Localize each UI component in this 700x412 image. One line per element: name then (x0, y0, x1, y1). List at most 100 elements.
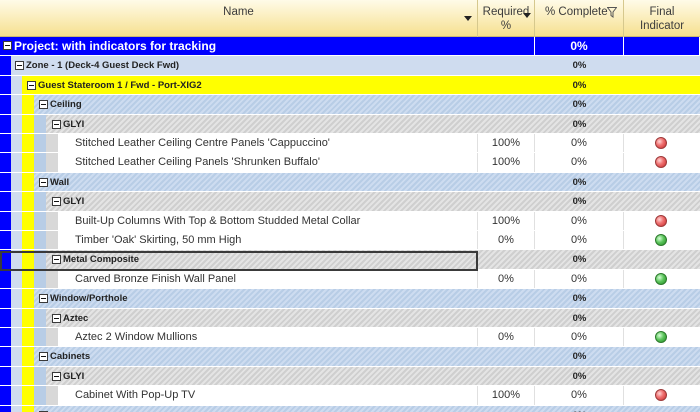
red-indicator-icon (655, 156, 667, 169)
indent-stripe (22, 172, 34, 192)
required-pct-cell[interactable] (478, 95, 535, 113)
column-header-name[interactable]: Name (0, 0, 478, 37)
task-row[interactable]: Built-Up Columns With Top & Bottom Studd… (0, 211, 700, 231)
pct-complete-cell: 0% (572, 351, 587, 363)
final-indicator-cell (624, 328, 700, 346)
required-pct-cell[interactable]: 0% (478, 231, 535, 250)
required-pct-cell[interactable] (478, 309, 535, 327)
sub-group-row[interactable]: Metal Composite 0% (0, 250, 700, 270)
required-pct-cell[interactable]: 100% (478, 134, 535, 153)
required-pct-cell[interactable] (478, 37, 535, 56)
sub-group-row[interactable]: GLYI 0% (0, 192, 700, 212)
column-header-final-indicator-label: Final Indicator (624, 5, 700, 33)
cat-group-row[interactable]: Window/Porthole 0% (0, 289, 700, 309)
stateroom-group-row[interactable]: Guest Stateroom 1 / Fwd - Port-XIG2 0% (0, 75, 700, 96)
indent-stripe (0, 153, 11, 172)
collapse-toggle-icon[interactable] (15, 61, 24, 71)
required-pct-cell[interactable]: 0% (478, 269, 535, 289)
task-row[interactable]: Aztec 2 Window Mullions 0% 0% (0, 328, 700, 348)
indent-stripe (11, 250, 22, 269)
pct-complete-cell: 0% (535, 406, 624, 412)
required-pct-cell[interactable]: 0% (478, 328, 535, 347)
dropdown-arrow-icon[interactable] (464, 16, 472, 21)
collapse-toggle-icon[interactable] (39, 294, 48, 304)
indent-stripe (11, 134, 22, 153)
indent-stripe (34, 211, 46, 230)
row-name: Stitched Leather Ceiling Panels 'Shrunke… (75, 153, 478, 172)
collapse-toggle-icon[interactable] (3, 41, 12, 50)
required-pct-cell[interactable] (478, 115, 535, 133)
indent-stripe (0, 289, 11, 308)
indent-stripe (46, 328, 58, 347)
indent-stripe (0, 250, 11, 269)
required-pct-cell[interactable] (478, 347, 535, 365)
filter-icon[interactable] (607, 7, 617, 18)
collapse-toggle-icon[interactable] (52, 371, 61, 381)
required-pct-cell[interactable]: 100% (478, 211, 535, 230)
indent-stripe (11, 153, 22, 172)
required-pct-cell[interactable] (478, 76, 535, 94)
pct-complete-cell: 0% (535, 153, 624, 172)
indent-stripe (22, 192, 34, 211)
task-row[interactable]: Stitched Leather Ceiling Centre Panels '… (0, 134, 700, 154)
indent-stripe (34, 114, 46, 133)
task-row[interactable]: Stitched Leather Ceiling Panels 'Shrunke… (0, 153, 700, 173)
required-pct-cell[interactable] (478, 289, 535, 307)
row-name: GLYI (63, 370, 85, 382)
row-name: Zone - 1 (Deck-4 Guest Deck Fwd) (26, 60, 180, 72)
column-header-pct-complete[interactable]: % Complete (535, 0, 624, 37)
pct-complete-cell: 0% (572, 118, 587, 130)
column-header-final-line1: Final (649, 6, 675, 18)
cat-group-row[interactable]: Ceiling 0% (0, 95, 700, 115)
zone-group-row[interactable]: Zone - 1 (Deck-4 Guest Deck Fwd) 0% (0, 56, 700, 76)
cat-group-row[interactable]: Cabinets 0% (0, 347, 700, 367)
collapse-toggle-icon[interactable] (39, 177, 48, 187)
final-indicator-cell (624, 134, 700, 152)
final-indicator-cell (624, 250, 700, 268)
collapse-toggle-icon[interactable] (52, 197, 61, 207)
required-pct-cell[interactable] (478, 367, 535, 385)
indent-stripe (11, 192, 22, 211)
collapse-toggle-icon[interactable] (39, 100, 48, 110)
collapse-toggle-icon[interactable] (52, 313, 61, 323)
required-pct-cell[interactable] (478, 250, 535, 268)
task-row[interactable]: Timber 'Oak' Skirting, 50 mm High 0% 0% (0, 231, 700, 251)
column-header-bar: Name Required % % Complete Final Indicat… (0, 0, 700, 37)
indent-stripe (0, 56, 11, 75)
column-header-final-line2: Indicator (639, 20, 685, 32)
sub-group-row[interactable]: GLYI 0% (0, 114, 700, 134)
indent-stripe (0, 366, 11, 386)
red-indicator-icon (655, 389, 667, 402)
project-group-row[interactable]: Project: with indicators for tracking 0% (0, 37, 700, 57)
column-header-final-indicator[interactable]: Final Indicator (624, 0, 700, 37)
sub-group-row[interactable]: GLYI 0% (0, 366, 700, 387)
task-row[interactable]: Carved Bronze Finish Wall Panel 0% 0% (0, 269, 700, 290)
indent-stripe (34, 231, 46, 250)
collapse-toggle-icon[interactable] (39, 352, 48, 362)
sub-group-row[interactable]: Aztec 0% (0, 308, 700, 328)
indent-stripe (22, 134, 34, 153)
task-row[interactable]: Cabinet With Pop-Up TV 100% 0% (0, 386, 700, 406)
required-pct-cell[interactable] (478, 56, 535, 74)
required-pct-cell[interactable] (478, 173, 535, 191)
dropdown-arrow-icon[interactable] (523, 13, 531, 18)
collapse-toggle-icon[interactable] (52, 255, 61, 265)
final-indicator-cell (624, 270, 700, 288)
indent-stripe (46, 211, 58, 230)
collapse-toggle-icon[interactable] (27, 80, 36, 90)
pct-complete-cell: 0% (535, 37, 624, 56)
final-indicator-cell (624, 37, 700, 56)
indent-stripe (22, 405, 34, 412)
final-indicator-cell (624, 173, 700, 191)
indent-stripe (11, 347, 22, 366)
required-pct-cell[interactable] (478, 406, 535, 412)
cat-group-row[interactable]: 0% (0, 405, 700, 412)
indent-stripe (11, 95, 22, 114)
required-pct-cell[interactable] (478, 192, 535, 210)
required-pct-cell[interactable]: 100% (478, 386, 535, 405)
required-pct-cell[interactable]: 100% (478, 153, 535, 172)
cat-group-row[interactable]: Wall 0% (0, 172, 700, 193)
red-indicator-icon (655, 137, 667, 149)
collapse-toggle-icon[interactable] (52, 119, 61, 129)
column-header-required[interactable]: Required % (478, 0, 535, 37)
